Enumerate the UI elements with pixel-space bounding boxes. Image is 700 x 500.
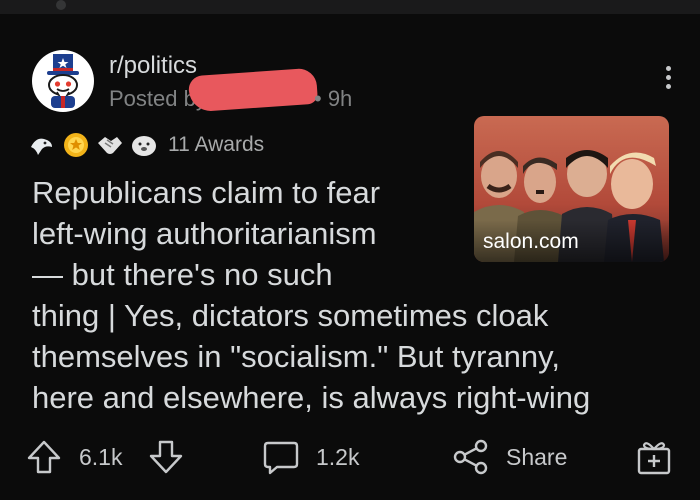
give-award-button[interactable]	[636, 436, 672, 478]
action-bar: 6.1k 1.2k Share	[0, 436, 700, 478]
wholesome-seal-award-icon	[28, 131, 56, 159]
downvote-button[interactable]	[148, 436, 184, 478]
title-line: themselves in "socialism." But tyranny,	[32, 339, 560, 374]
post-age: • 9h	[314, 86, 353, 111]
downvote-arrow-icon	[149, 440, 183, 474]
upvote-button[interactable]	[26, 436, 62, 478]
post-meta: Posted by • 9h	[109, 67, 352, 113]
comment-bubble-icon	[263, 441, 299, 475]
awards-count: 11 Awards	[168, 133, 265, 156]
title-line: here and elsewhere, is always right-wing	[32, 380, 591, 415]
redacted-username	[187, 67, 319, 113]
awards-row[interactable]: 11 Awards	[28, 130, 264, 160]
post-card[interactable]: r/politics Posted by • 9h 11 Awards salo…	[0, 14, 700, 500]
award-gift-icon	[637, 442, 671, 475]
gold-award-icon	[62, 131, 90, 159]
title-line: Republicans claim to fear	[32, 175, 381, 210]
upvote-count: 6.1k	[79, 443, 123, 470]
post-title[interactable]: Republicans claim to fear left-wing auth…	[32, 172, 672, 418]
title-line: thing | Yes, dictators sometimes cloak	[32, 298, 549, 333]
status-dot	[56, 0, 66, 10]
share-icon	[453, 439, 488, 475]
seal-face-award-icon	[130, 131, 158, 159]
snoo-uncle-sam-icon	[47, 54, 79, 108]
top-bar	[0, 0, 700, 14]
subreddit-name[interactable]: r/politics	[109, 52, 197, 80]
share-button[interactable]: Share	[452, 436, 567, 478]
share-label: Share	[506, 443, 568, 470]
comment-count: 1.2k	[316, 443, 360, 470]
handshake-award-icon	[96, 131, 124, 159]
subreddit-avatar-icon[interactable]	[32, 50, 94, 112]
comments-button[interactable]: 1.2k	[262, 436, 359, 478]
title-line: — but there's no such	[32, 257, 333, 292]
vote-count: 6.1k	[79, 436, 122, 478]
upvote-arrow-icon	[27, 440, 61, 474]
title-line: left-wing authoritarianism	[32, 216, 377, 251]
more-options-icon[interactable]	[660, 66, 676, 96]
